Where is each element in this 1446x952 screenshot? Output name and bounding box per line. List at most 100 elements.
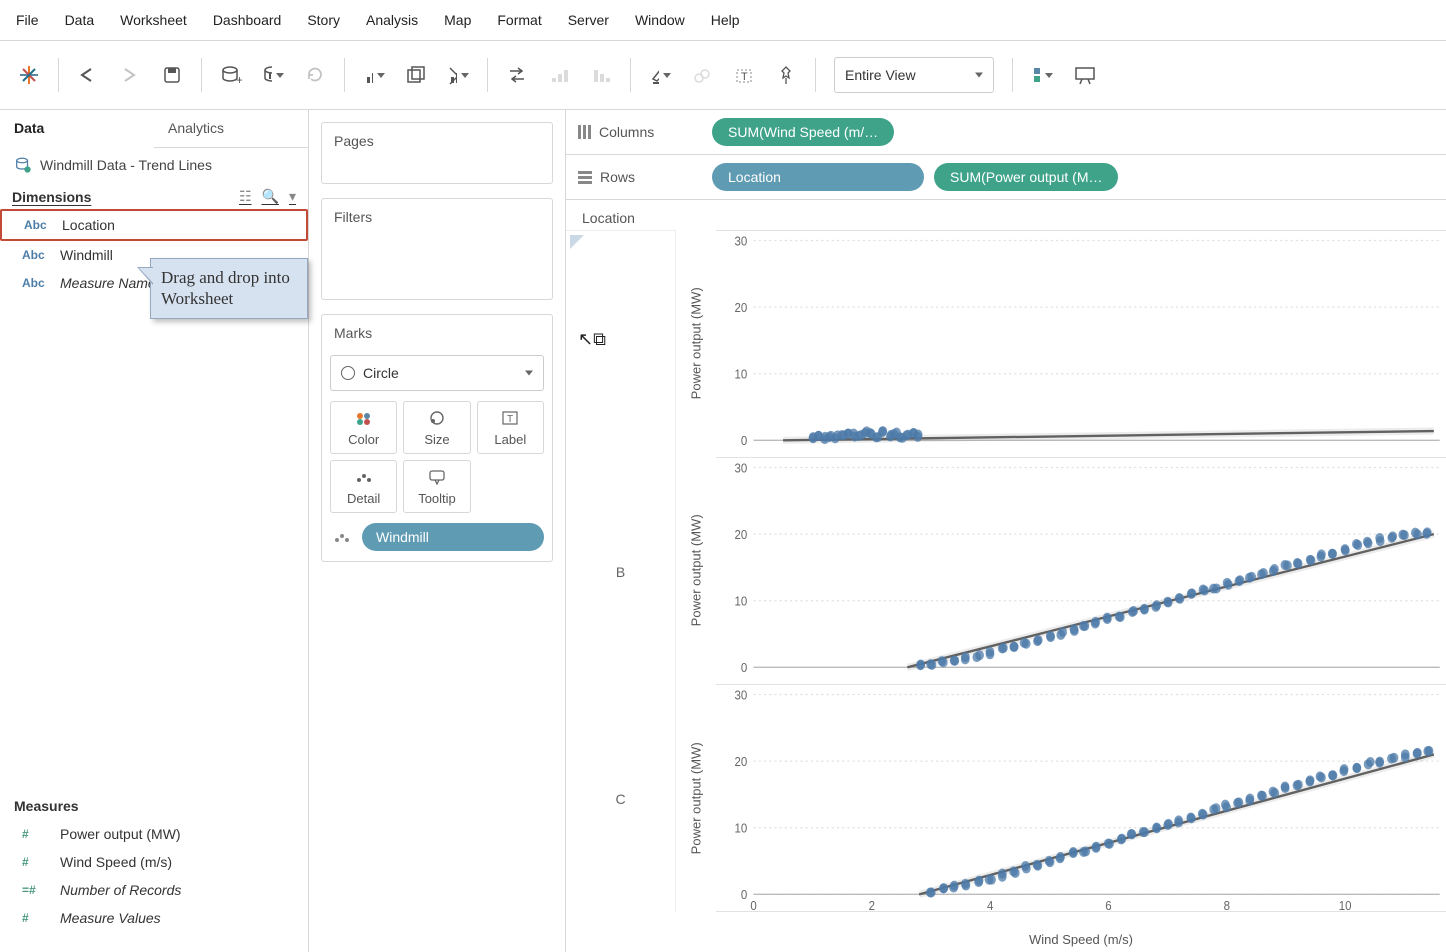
columns-icon (578, 125, 591, 139)
shelves-column: Pages Filters Marks Circle Color Size TL… (309, 110, 566, 952)
measure-wind-speed-m-s-[interactable]: #Wind Speed (m/s) (0, 848, 308, 876)
new-datasource-icon[interactable]: + (214, 58, 248, 92)
menu-analysis[interactable]: Analysis (366, 12, 418, 28)
highlight-icon[interactable] (643, 58, 677, 92)
y-axis-label-1: Power output (MW) (676, 457, 716, 684)
menu-server[interactable]: Server (568, 12, 609, 28)
group-icon[interactable] (685, 58, 719, 92)
svg-text:0: 0 (741, 887, 748, 902)
svg-text:2: 2 (869, 898, 876, 911)
find-field-icon[interactable]: 🔍 (262, 188, 279, 205)
menu-dashboard[interactable]: Dashboard (213, 12, 282, 28)
menu-file[interactable]: File (16, 12, 39, 28)
number-type-icon: =# (22, 883, 50, 897)
view-as-table-icon[interactable]: ☷ (239, 188, 252, 205)
rows-pill-1[interactable]: SUM(Power output (M… (934, 163, 1118, 191)
measure-power-output-mw-[interactable]: #Power output (MW) (0, 820, 308, 848)
svg-text:30: 30 (735, 234, 748, 249)
datasource-icon (14, 156, 32, 174)
abc-type-icon: Abc (24, 218, 52, 232)
rows-shelf[interactable]: Rows LocationSUM(Power output (M… (566, 155, 1446, 200)
data-pane: Data Analytics Windmill Data - Trend Lin… (0, 110, 309, 952)
svg-text:10: 10 (735, 367, 748, 382)
dimension-location[interactable]: AbcLocation (0, 209, 308, 241)
menu-data[interactable]: Data (65, 12, 95, 28)
show-me-icon[interactable] (1025, 58, 1059, 92)
datasource-name: Windmill Data - Trend Lines (40, 157, 212, 173)
toolbar: + + T Entire View (0, 41, 1446, 110)
columns-pill-0[interactable]: SUM(Wind Speed (m/… (712, 118, 894, 146)
menu-map[interactable]: Map (444, 12, 471, 28)
columns-shelf[interactable]: Columns SUM(Wind Speed (m/… (566, 110, 1446, 155)
menu-worksheet[interactable]: Worksheet (120, 12, 187, 28)
svg-text:4: 4 (987, 898, 994, 911)
swap-axes-icon[interactable] (500, 58, 534, 92)
scatter-plot-2[interactable]: 01020300246810 (716, 685, 1446, 912)
marks-label: Marks (322, 315, 552, 351)
svg-text:0: 0 (741, 660, 748, 675)
viz-row-header: Location (566, 200, 1446, 230)
drag-cursor-icon: ↖⧉ (578, 329, 606, 350)
columns-label: Columns (599, 124, 654, 140)
marks-color[interactable]: Color (330, 401, 397, 454)
detail-pill-windmill[interactable]: Windmill (362, 523, 544, 551)
marks-detail-pill-row: Windmill (330, 523, 544, 551)
marks-size[interactable]: Size (403, 401, 470, 454)
pages-shelf[interactable]: Pages (321, 122, 553, 184)
circle-icon (341, 366, 355, 380)
location-header-0[interactable]: ↖⧉ (566, 230, 676, 458)
back-icon[interactable] (71, 58, 105, 92)
svg-text:0: 0 (750, 898, 757, 911)
number-type-icon: # (22, 827, 50, 841)
filters-shelf[interactable]: Filters (321, 198, 553, 300)
pause-updates-icon[interactable] (256, 58, 290, 92)
svg-text:0: 0 (741, 433, 748, 448)
fit-select-label: Entire View (845, 67, 916, 83)
instruction-callout: Drag and drop into Worksheet (150, 258, 308, 319)
mark-type-select[interactable]: Circle (330, 355, 544, 391)
rows-icon (578, 171, 592, 184)
y-axis-label-2: Power output (MW) (676, 685, 716, 912)
scatter-plot-1[interactable]: 0102030 (716, 458, 1446, 685)
filters-label: Filters (322, 199, 552, 235)
menu-story[interactable]: Story (307, 12, 340, 28)
mark-type-label: Circle (363, 365, 399, 381)
new-worksheet-icon[interactable]: + (357, 58, 391, 92)
location-header-2[interactable]: C (566, 685, 676, 912)
refresh-icon[interactable] (298, 58, 332, 92)
marks-tooltip[interactable]: Tooltip (403, 460, 470, 513)
svg-text:20: 20 (735, 527, 748, 542)
save-icon[interactable] (155, 58, 189, 92)
svg-text:T: T (741, 71, 748, 83)
presentation-mode-icon[interactable] (1067, 58, 1101, 92)
svg-text:+: + (236, 73, 242, 86)
tableau-logo-icon[interactable] (12, 58, 46, 92)
viz-column: Columns SUM(Wind Speed (m/… Rows Locatio… (566, 110, 1446, 952)
menu-format[interactable]: Format (497, 12, 541, 28)
menu-window[interactable]: Window (635, 12, 685, 28)
field-menu-icon[interactable]: ▾ (289, 188, 296, 205)
menu-help[interactable]: Help (711, 12, 740, 28)
marks-label[interactable]: TLabel (477, 401, 544, 454)
fit-select[interactable]: Entire View (834, 57, 994, 93)
scatter-plot-0[interactable]: 0102030 (716, 230, 1446, 458)
sort-asc-icon[interactable] (542, 58, 576, 92)
measure-measure-values[interactable]: #Measure Values (0, 904, 308, 932)
rows-pill-0[interactable]: Location (712, 163, 924, 191)
number-type-icon: # (22, 855, 50, 869)
measure-number-of-records[interactable]: =#Number of Records (0, 876, 308, 904)
duplicate-sheet-icon[interactable] (399, 58, 433, 92)
location-header-1[interactable]: B (566, 458, 676, 685)
tab-data[interactable]: Data (0, 110, 154, 148)
pin-icon[interactable] (769, 58, 803, 92)
tab-analytics[interactable]: Analytics (154, 110, 308, 147)
sort-desc-icon[interactable] (584, 58, 618, 92)
clear-sheet-icon[interactable] (441, 58, 475, 92)
forward-icon[interactable] (113, 58, 147, 92)
pages-label: Pages (322, 123, 552, 159)
datasource-row[interactable]: Windmill Data - Trend Lines (0, 148, 308, 180)
marks-detail[interactable]: Detail (330, 460, 397, 513)
menu-bar: File Data Worksheet Dashboard Story Anal… (0, 0, 1446, 41)
show-labels-icon[interactable]: T (727, 58, 761, 92)
number-type-icon: # (22, 911, 50, 925)
